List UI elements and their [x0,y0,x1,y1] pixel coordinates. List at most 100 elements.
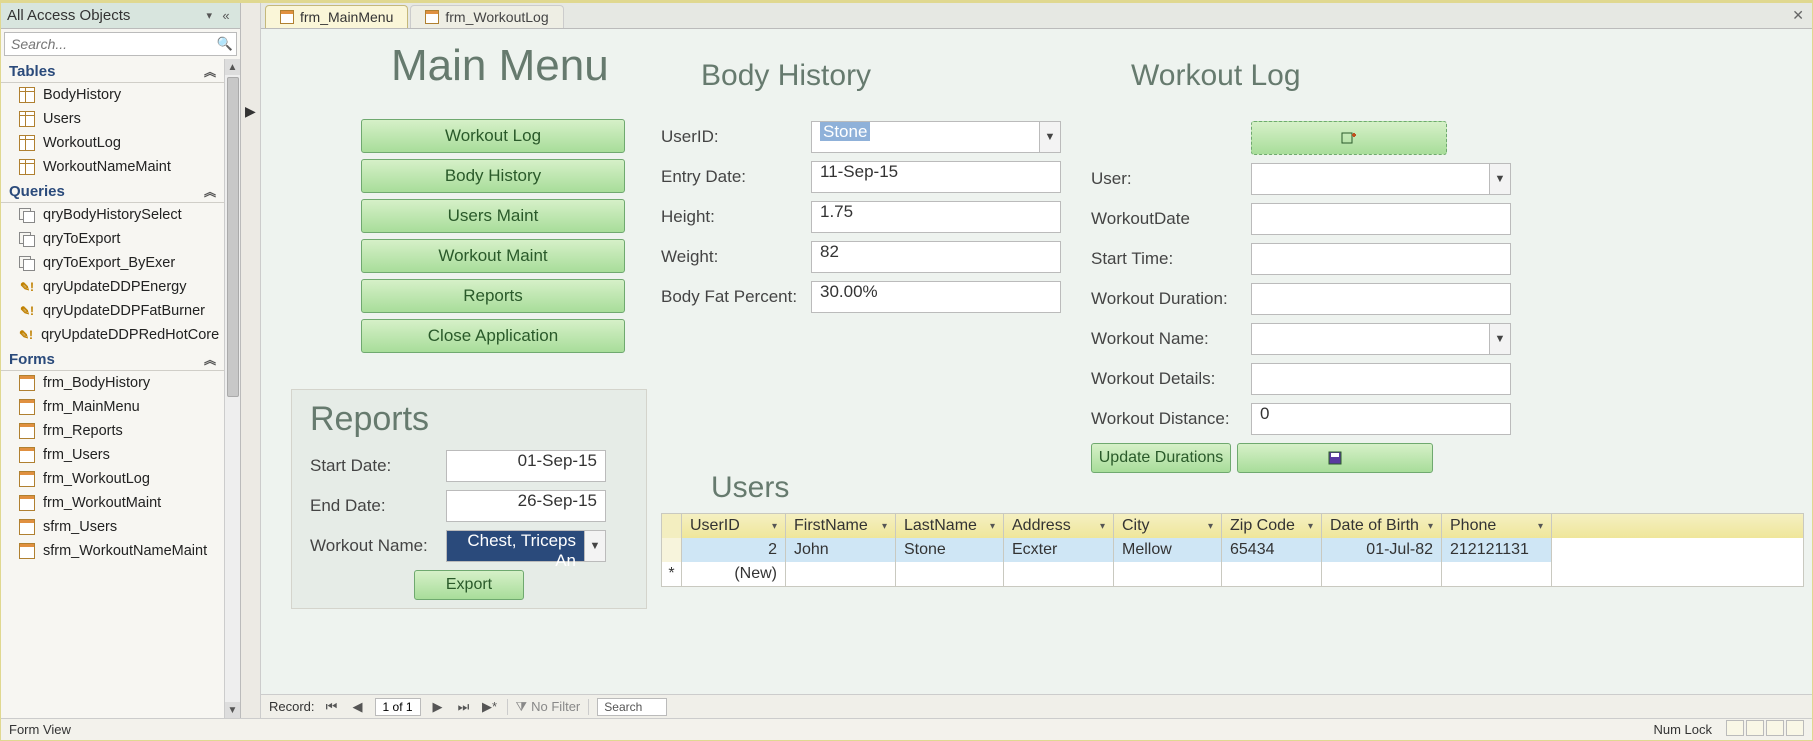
workoutname-combo[interactable]: ▼ [1251,323,1511,355]
startdate-input[interactable]: 01-Sep-15 [446,450,606,482]
col-dob[interactable]: Date of Birth▾ [1322,514,1442,538]
nav-query-item[interactable]: ✎!qryUpdateDDPEnergy [1,275,224,299]
nav-table-item[interactable]: BodyHistory [1,83,224,107]
row-selector-header[interactable] [662,514,682,538]
cell-userid[interactable]: 2 [682,538,786,562]
nav-form-item[interactable]: frm_MainMenu [1,395,224,419]
nav-search[interactable]: 🔍 [4,32,237,56]
nav-form-item[interactable]: frm_BodyHistory [1,371,224,395]
height-input[interactable]: 1.75 [811,201,1061,233]
record-position[interactable] [375,698,421,716]
table-row[interactable]: 2 John Stone Ecxter Mellow 65434 01-Jul-… [662,538,1803,562]
record-search[interactable]: Search [597,698,667,716]
scroll-down-icon[interactable]: ▼ [225,702,240,718]
weight-input[interactable]: 82 [811,241,1061,273]
body-history-button[interactable]: Body History [361,159,625,193]
filter-icon[interactable]: ▾ [1208,521,1213,532]
dropdown-icon[interactable]: ▼ [1039,121,1061,153]
workoutlog-new-button[interactable] [1251,121,1447,155]
new-row-icon[interactable]: * [662,562,682,586]
cell-address[interactable]: Ecxter [1004,538,1114,562]
datasheet-view-button[interactable] [1746,720,1764,736]
form-view-button[interactable] [1726,720,1744,736]
cell-new[interactable]: (New) [682,562,786,586]
col-lastname[interactable]: LastName▾ [896,514,1004,538]
nav-query-item[interactable]: ✎!qryUpdateDDPFatBurner [1,299,224,323]
tab-mainmenu[interactable]: frm_MainMenu [265,5,408,28]
nav-form-item[interactable]: sfrm_Users [1,515,224,539]
cell-lastname[interactable]: Stone [896,538,1004,562]
nav-query-item[interactable]: qryBodyHistorySelect [1,203,224,227]
collapse-icon[interactable]: ︽ [204,351,216,368]
entrydate-input[interactable]: 11-Sep-15 [811,161,1061,193]
filter-icon[interactable]: ▾ [1538,521,1543,532]
expand-icon[interactable]: ▶ [245,103,256,120]
filter-icon[interactable]: ▾ [1308,521,1313,532]
dropdown-icon[interactable]: ▼ [1489,323,1511,355]
row-selector[interactable] [662,538,682,562]
nav-query-item[interactable]: qryToExport [1,227,224,251]
cell-firstname[interactable]: John [786,538,896,562]
scroll-thumb[interactable] [227,77,239,397]
scroll-up-icon[interactable]: ▲ [225,59,240,75]
nav-scrollbar[interactable]: ▲ ▼ [224,59,240,718]
nav-form-item[interactable]: frm_WorkoutLog [1,467,224,491]
user-combo[interactable]: ▼ [1251,163,1511,195]
search-icon[interactable]: 🔍 [214,33,236,55]
nav-group-forms[interactable]: Forms︽ [1,349,224,371]
new-record-button[interactable]: ▶* [481,699,499,715]
nav-group-queries[interactable]: Queries︽ [1,181,224,203]
collapse-icon[interactable]: ︽ [204,63,216,80]
cell-dob[interactable]: 01-Jul-82 [1322,538,1442,562]
nav-table-item[interactable]: Users [1,107,224,131]
first-record-button[interactable]: ⏮ [323,699,341,715]
collapse-icon[interactable]: ︽ [204,183,216,200]
nav-header-dropdown-icon[interactable]: ▾ [206,9,212,22]
export-button[interactable]: Export [414,570,524,600]
workout-maint-button[interactable]: Workout Maint [361,239,625,273]
col-phone[interactable]: Phone▾ [1442,514,1552,538]
nav-collapse-icon[interactable]: « [218,8,234,23]
col-firstname[interactable]: FirstName▾ [786,514,896,538]
col-zip[interactable]: Zip Code▾ [1222,514,1322,538]
nav-query-item[interactable]: ✎!qryUpdateDDPRedHotCore [1,323,224,347]
duration-input[interactable] [1251,283,1511,315]
starttime-input[interactable] [1251,243,1511,275]
splitter[interactable]: ▶ [241,3,261,718]
nav-form-item[interactable]: frm_Users [1,443,224,467]
filter-icon[interactable]: ▾ [990,521,995,532]
filter-icon[interactable]: ▾ [1428,521,1433,532]
col-address[interactable]: Address▾ [1004,514,1114,538]
nav-form-item[interactable]: frm_Reports [1,419,224,443]
nav-group-tables[interactable]: Tables︽ [1,61,224,83]
tab-workoutlog[interactable]: frm_WorkoutLog [410,5,563,28]
col-userid[interactable]: UserID▾ [682,514,786,538]
dropdown-icon[interactable]: ▼ [584,530,606,562]
layout-view-button[interactable] [1766,720,1784,736]
nav-table-item[interactable]: WorkoutNameMaint [1,155,224,179]
users-maint-button[interactable]: Users Maint [361,199,625,233]
workout-log-button[interactable]: Workout Log [361,119,625,153]
reports-button[interactable]: Reports [361,279,625,313]
cell-zip[interactable]: 65434 [1222,538,1322,562]
distance-input[interactable]: 0 [1251,403,1511,435]
filter-icon[interactable]: ▾ [772,521,777,532]
filter-icon[interactable]: ▾ [882,521,887,532]
close-application-button[interactable]: Close Application [361,319,625,353]
next-record-button[interactable]: ▶ [429,699,447,715]
last-record-button[interactable]: ⏭ [455,699,473,715]
prev-record-button[interactable]: ◀ [349,699,367,715]
col-city[interactable]: City▾ [1114,514,1222,538]
report-workoutname-combo[interactable]: Chest, Triceps An▼ [446,530,606,562]
filter-icon[interactable]: ▾ [1100,521,1105,532]
design-view-button[interactable] [1786,720,1804,736]
enddate-input[interactable]: 26-Sep-15 [446,490,606,522]
filter-indicator[interactable]: ⧩No Filter [507,699,590,715]
nav-search-input[interactable] [5,33,214,55]
details-input[interactable] [1251,363,1511,395]
dropdown-icon[interactable]: ▼ [1489,163,1511,195]
nav-header[interactable]: All Access Objects ▾ « [1,3,240,29]
nav-table-item[interactable]: WorkoutLog [1,131,224,155]
cell-phone[interactable]: 212121131 [1442,538,1552,562]
table-row-new[interactable]: * (New) [662,562,1803,586]
